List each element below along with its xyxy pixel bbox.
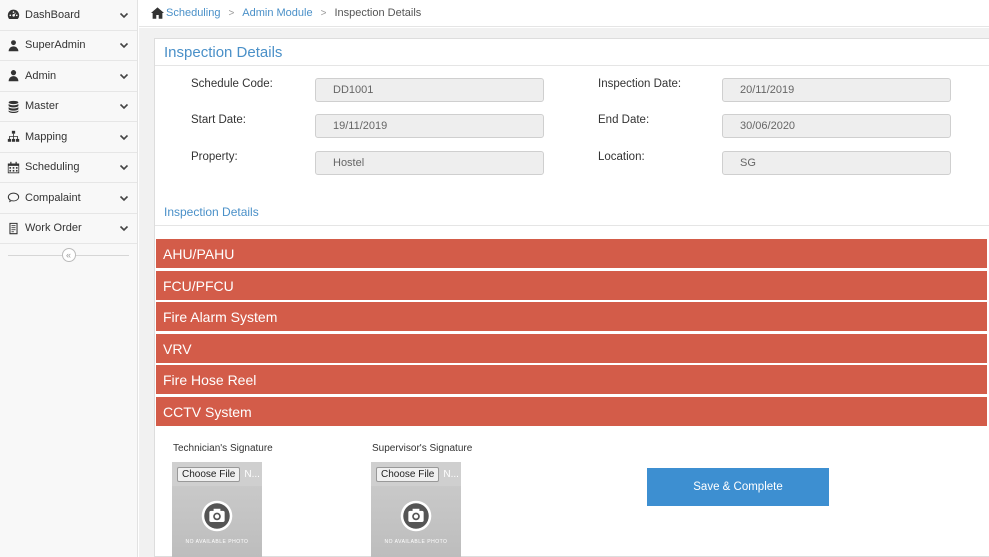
breadcrumb-separator: > [320,7,327,19]
breadcrumb-scheduling[interactable]: Scheduling [166,7,220,19]
chevron-down-icon [119,101,129,111]
technician-signature-label: Technician's Signature [173,443,273,454]
sidebar-item-dashboard[interactable]: DashBoard [0,0,137,31]
chevron-down-icon [119,10,129,20]
no-photo-placeholder: NO AVAILABLE PHOTO [371,486,461,557]
sidebar-item-label: Admin [25,69,57,82]
sidebar-item-label: Mapping [25,130,68,143]
accordion-cctv-system[interactable]: CCTV System [156,397,987,426]
accordion-ahu-pahu[interactable]: AHU/PAHU [156,239,987,268]
sidebar-item-label: SuperAdmin [25,39,86,52]
schedule-code-field[interactable]: DD1001 [315,78,544,102]
no-photo-text: NO AVAILABLE PHOTO [384,538,448,545]
technician-signature-upload: Choose File N... NO AVAILABLE PHOTO [172,462,262,557]
breadcrumb-current: Inspection Details [334,7,422,19]
location-label: Location: [598,151,645,163]
section-divider [155,225,989,226]
sidebar-item-label: Compalaint [25,191,81,204]
end-date-field[interactable]: 30/06/2020 [722,114,951,138]
start-date-field[interactable]: 19/11/2019 [315,114,544,138]
breadcrumb-separator: > [228,7,235,19]
supervisor-signature-label: Supervisor's Signature [372,443,473,454]
chevron-down-icon [119,40,129,50]
sitemap-icon [6,130,20,144]
sidebar: DashBoard SuperAdmin Admin Master Mappin… [0,0,138,557]
collapse-sidebar-icon[interactable]: « [61,248,76,262]
page-title: Inspection Details [155,39,989,66]
choose-file-button[interactable]: Choose File [376,467,440,482]
no-photo-placeholder: NO AVAILABLE PHOTO [172,486,262,557]
home-icon[interactable] [151,7,164,19]
sidebar-item-complaint[interactable]: Compalaint [0,183,137,214]
location-field[interactable]: SG [722,151,951,175]
no-photo-text: NO AVAILABLE PHOTO [185,538,249,545]
sidebar-item-superadmin[interactable]: SuperAdmin [0,30,137,61]
file-chooser: Choose File N... [376,467,459,482]
section-title: Inspection Details [164,205,259,219]
file-status: N... [443,469,459,480]
save-complete-button[interactable]: Save & Complete [647,468,829,506]
document-icon [6,221,20,235]
admin-user-icon [6,69,20,83]
calendar-icon [6,160,20,174]
accordion-fcu-pfcu[interactable]: FCU/PFCU [156,271,987,300]
choose-file-button[interactable]: Choose File [177,467,241,482]
sidebar-item-master[interactable]: Master [0,91,137,122]
start-date-label: Start Date: [191,114,246,126]
file-status: N... [244,469,260,480]
sidebar-item-label: Master [25,100,59,113]
accordion-vrv[interactable]: VRV [156,334,987,363]
accordion-fire-alarm-system[interactable]: Fire Alarm System [156,302,987,331]
file-chooser: Choose File N... [177,467,260,482]
sidebar-item-mapping[interactable]: Mapping [0,122,137,153]
supervisor-signature-upload: Choose File N... NO AVAILABLE PHOTO [371,462,461,557]
dashboard-icon [6,8,20,22]
sidebar-item-label: Work Order [25,222,82,235]
property-label: Property: [191,151,238,163]
property-field[interactable]: Hostel [315,151,544,175]
breadcrumb: Scheduling > Admin Module > Inspection D… [139,0,989,27]
accordion-fire-hose-reel[interactable]: Fire Hose Reel [156,365,987,394]
sidebar-collapse-row: « [0,244,137,266]
sidebar-item-label: DashBoard [25,8,81,21]
end-date-label: End Date: [598,114,650,126]
sidebar-item-work-order[interactable]: Work Order [0,213,137,244]
chat-icon [6,191,20,205]
chevron-down-icon [119,162,129,172]
camera-icon [201,500,233,531]
superadmin-user-icon [6,38,20,52]
inspection-date-field[interactable]: 20/11/2019 [722,78,951,102]
chevron-down-icon [119,223,129,233]
sidebar-item-label: Scheduling [25,161,80,174]
inspection-date-label: Inspection Date: [598,78,682,90]
camera-icon [400,500,432,531]
schedule-code-label: Schedule Code: [191,78,273,90]
chevron-down-icon [119,193,129,203]
database-icon [6,99,20,113]
sidebar-item-scheduling[interactable]: Scheduling [0,152,137,183]
chevron-down-icon [119,71,129,81]
sidebar-item-admin[interactable]: Admin [0,61,137,92]
breadcrumb-admin-module[interactable]: Admin Module [242,7,312,19]
chevron-down-icon [119,132,129,142]
